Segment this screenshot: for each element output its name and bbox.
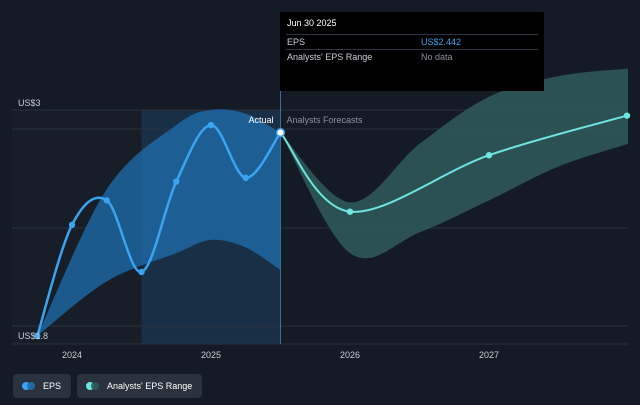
legend-item-analysts-range[interactable]: Analysts' EPS Range bbox=[77, 374, 203, 398]
x-tick-label: 2025 bbox=[201, 350, 221, 360]
tooltip-range-value: No data bbox=[421, 52, 453, 62]
highlighted-data-point[interactable] bbox=[275, 128, 286, 138]
tooltip-eps-label: EPS bbox=[287, 37, 306, 47]
eps-legend-icon bbox=[22, 382, 38, 390]
x-tick-label: 2024 bbox=[62, 350, 82, 360]
tooltip-row-range: Analysts' EPS Range No data bbox=[286, 49, 538, 64]
forecast-data-point[interactable] bbox=[346, 208, 354, 215]
eps-data-point[interactable] bbox=[173, 178, 180, 185]
forecast-region-label: Analysts Forecasts bbox=[287, 115, 364, 125]
legend-range-label: Analysts' EPS Range bbox=[107, 381, 193, 391]
x-tick-label: 2027 bbox=[479, 350, 499, 360]
eps-data-point[interactable] bbox=[138, 268, 145, 276]
actual-region-label: Actual bbox=[248, 115, 273, 125]
eps-data-point[interactable] bbox=[242, 174, 249, 181]
tooltip-date: Jun 30 2025 bbox=[287, 18, 337, 28]
y-tick-label: US$1.8 bbox=[18, 331, 48, 341]
tooltip-eps-value: US$2.442 bbox=[421, 37, 462, 47]
eps-data-point[interactable] bbox=[103, 197, 110, 204]
tooltip-row-eps: EPS US$2.442 bbox=[286, 34, 538, 49]
chart-legend: EPS Analysts' EPS Range bbox=[13, 374, 203, 398]
forecast-data-point[interactable] bbox=[623, 112, 631, 119]
legend-item-eps[interactable]: EPS bbox=[13, 374, 72, 398]
legend-eps-label: EPS bbox=[43, 381, 62, 391]
tooltip-range-label: Analysts' EPS Range bbox=[287, 52, 373, 62]
eps-data-point[interactable] bbox=[68, 221, 76, 229]
eps-data-point[interactable] bbox=[207, 121, 215, 129]
x-tick-label: 2026 bbox=[340, 350, 360, 360]
data-tooltip: Jun 30 2025 EPS US$2.442 Analysts' EPS R… bbox=[280, 12, 544, 91]
range-legend-icon bbox=[86, 382, 102, 390]
y-tick-label: US$3 bbox=[18, 98, 41, 108]
forecast-data-point[interactable] bbox=[485, 152, 493, 159]
